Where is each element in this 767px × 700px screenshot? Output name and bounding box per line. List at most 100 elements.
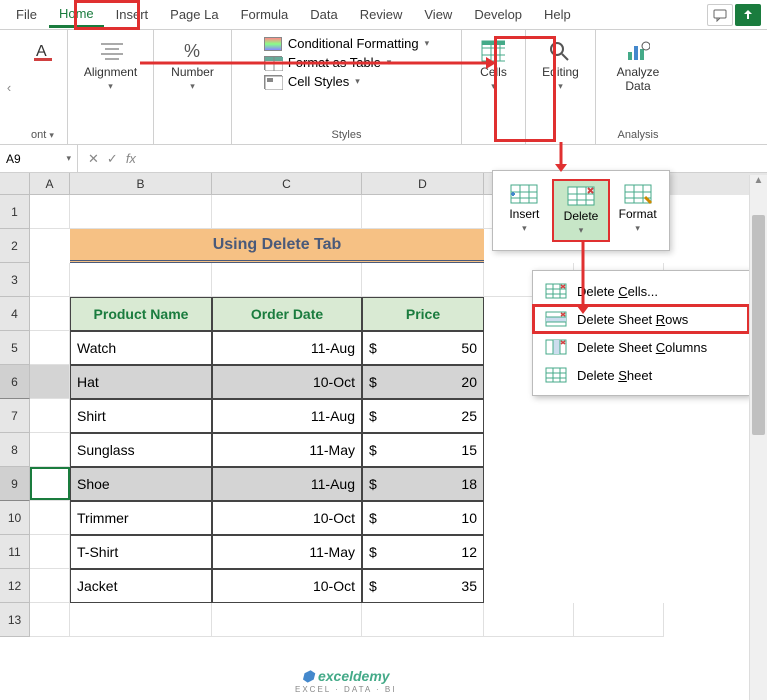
tab-home[interactable]: Home <box>49 2 104 28</box>
cell[interactable] <box>362 603 484 637</box>
cell[interactable] <box>70 263 212 297</box>
price-cell[interactable]: $12 <box>362 535 484 569</box>
delete-sheet-item[interactable]: Delete Sheet <box>533 361 749 389</box>
cell[interactable] <box>212 195 362 229</box>
date-cell[interactable]: 11-Aug <box>212 331 362 365</box>
scroll-up-icon[interactable]: ▲ <box>750 175 767 193</box>
row-header[interactable]: 7 <box>0 399 30 433</box>
cell[interactable] <box>212 263 362 297</box>
product-cell[interactable]: Shoe <box>70 467 212 501</box>
delete-sheet-columns-item[interactable]: Delete Sheet Columns <box>533 333 749 361</box>
price-cell[interactable]: $50 <box>362 331 484 365</box>
cell[interactable] <box>30 229 70 263</box>
row-header[interactable]: 6 <box>0 365 30 399</box>
col-header-D[interactable]: D <box>362 173 484 195</box>
alignment-button[interactable]: Alignment▾ <box>80 36 141 95</box>
date-cell[interactable]: 11-May <box>212 535 362 569</box>
price-cell[interactable]: $10 <box>362 501 484 535</box>
table-header[interactable]: Product Name <box>70 297 212 331</box>
product-cell[interactable]: Shirt <box>70 399 212 433</box>
tab-help[interactable]: Help <box>534 3 581 26</box>
cell[interactable] <box>30 433 70 467</box>
cell-styles-button[interactable]: Cell Styles ▾ <box>264 74 360 89</box>
tab-page-layout[interactable]: Page La <box>160 3 228 26</box>
enter-icon[interactable]: ✓ <box>107 151 118 167</box>
date-cell[interactable]: 11-Aug <box>212 399 362 433</box>
row-header[interactable]: 9 <box>0 467 30 501</box>
col-header-A[interactable]: A <box>30 173 70 195</box>
date-cell[interactable]: 11-May <box>212 433 362 467</box>
cell[interactable] <box>30 399 70 433</box>
price-cell[interactable]: $25 <box>362 399 484 433</box>
cell[interactable] <box>362 263 484 297</box>
cell[interactable] <box>30 501 70 535</box>
price-cell[interactable]: $20 <box>362 365 484 399</box>
row-header[interactable]: 10 <box>0 501 30 535</box>
cell[interactable] <box>362 195 484 229</box>
delete-cells-item[interactable]: Delete Cells... <box>533 277 749 305</box>
date-cell[interactable]: 10-Oct <box>212 501 362 535</box>
title-banner[interactable]: Using Delete Tab <box>70 229 484 263</box>
delete-button[interactable]: Delete▾ <box>552 179 611 242</box>
row-header[interactable]: 5 <box>0 331 30 365</box>
cell[interactable] <box>212 603 362 637</box>
product-cell[interactable]: Watch <box>70 331 212 365</box>
cell[interactable] <box>30 297 70 331</box>
cell[interactable] <box>30 569 70 603</box>
number-button[interactable]: % Number▾ <box>167 36 218 95</box>
cell[interactable] <box>30 603 70 637</box>
date-cell[interactable]: 10-Oct <box>212 569 362 603</box>
row-header[interactable]: 4 <box>0 297 30 331</box>
product-cell[interactable]: Hat <box>70 365 212 399</box>
product-cell[interactable]: Jacket <box>70 569 212 603</box>
date-cell[interactable]: 10-Oct <box>212 365 362 399</box>
format-as-table-button[interactable]: Format as Table ▾ <box>264 55 392 70</box>
format-button[interactable]: Format▾ <box>610 179 665 242</box>
analyze-data-button[interactable]: Analyze Data <box>604 36 672 96</box>
price-cell[interactable]: $18 <box>362 467 484 501</box>
cell[interactable] <box>30 195 70 229</box>
row-header[interactable]: 3 <box>0 263 30 297</box>
col-header-C[interactable]: C <box>212 173 362 195</box>
row-header[interactable]: 1 <box>0 195 30 229</box>
cell[interactable] <box>30 365 70 399</box>
cell[interactable] <box>30 263 70 297</box>
tab-view[interactable]: View <box>414 3 462 26</box>
product-cell[interactable]: Trimmer <box>70 501 212 535</box>
table-header[interactable]: Order Date <box>212 297 362 331</box>
product-cell[interactable]: Sunglass <box>70 433 212 467</box>
price-cell[interactable]: $15 <box>362 433 484 467</box>
scroll-thumb[interactable] <box>752 215 765 435</box>
row-header[interactable]: 11 <box>0 535 30 569</box>
tab-formulas[interactable]: Formula <box>231 3 299 26</box>
comments-icon[interactable] <box>707 4 733 26</box>
col-header-B[interactable]: B <box>70 173 212 195</box>
table-header[interactable]: Price <box>362 297 484 331</box>
cell[interactable] <box>484 603 574 637</box>
tab-data[interactable]: Data <box>300 3 347 26</box>
row-header[interactable]: 2 <box>0 229 30 263</box>
select-all-corner[interactable] <box>0 173 30 195</box>
tab-review[interactable]: Review <box>350 3 413 26</box>
row-header[interactable]: 8 <box>0 433 30 467</box>
price-cell[interactable]: $35 <box>362 569 484 603</box>
tab-insert[interactable]: Insert <box>106 3 159 26</box>
cell[interactable] <box>70 195 212 229</box>
ribbon-nav-left[interactable]: ‹ <box>0 30 18 144</box>
cells-button[interactable]: Cells▾ <box>476 36 511 95</box>
cell[interactable] <box>574 603 664 637</box>
cancel-icon[interactable]: ✕ <box>88 151 99 167</box>
conditional-formatting-button[interactable]: Conditional Formatting ▾ <box>264 36 429 51</box>
name-box[interactable]: A9▾ <box>0 145 78 172</box>
fx-icon[interactable]: fx <box>126 151 136 166</box>
insert-button[interactable]: Insert▾ <box>497 179 552 242</box>
delete-sheet-rows-item[interactable]: Delete Sheet Rows <box>533 305 749 333</box>
product-cell[interactable]: T-Shirt <box>70 535 212 569</box>
vertical-scrollbar[interactable]: ▲ <box>749 175 767 700</box>
cell[interactable] <box>30 535 70 569</box>
share-icon[interactable] <box>735 4 761 26</box>
cell[interactable] <box>70 603 212 637</box>
font-color-button[interactable]: A <box>27 36 59 66</box>
row-header[interactable]: 13 <box>0 603 30 637</box>
cell[interactable] <box>30 331 70 365</box>
